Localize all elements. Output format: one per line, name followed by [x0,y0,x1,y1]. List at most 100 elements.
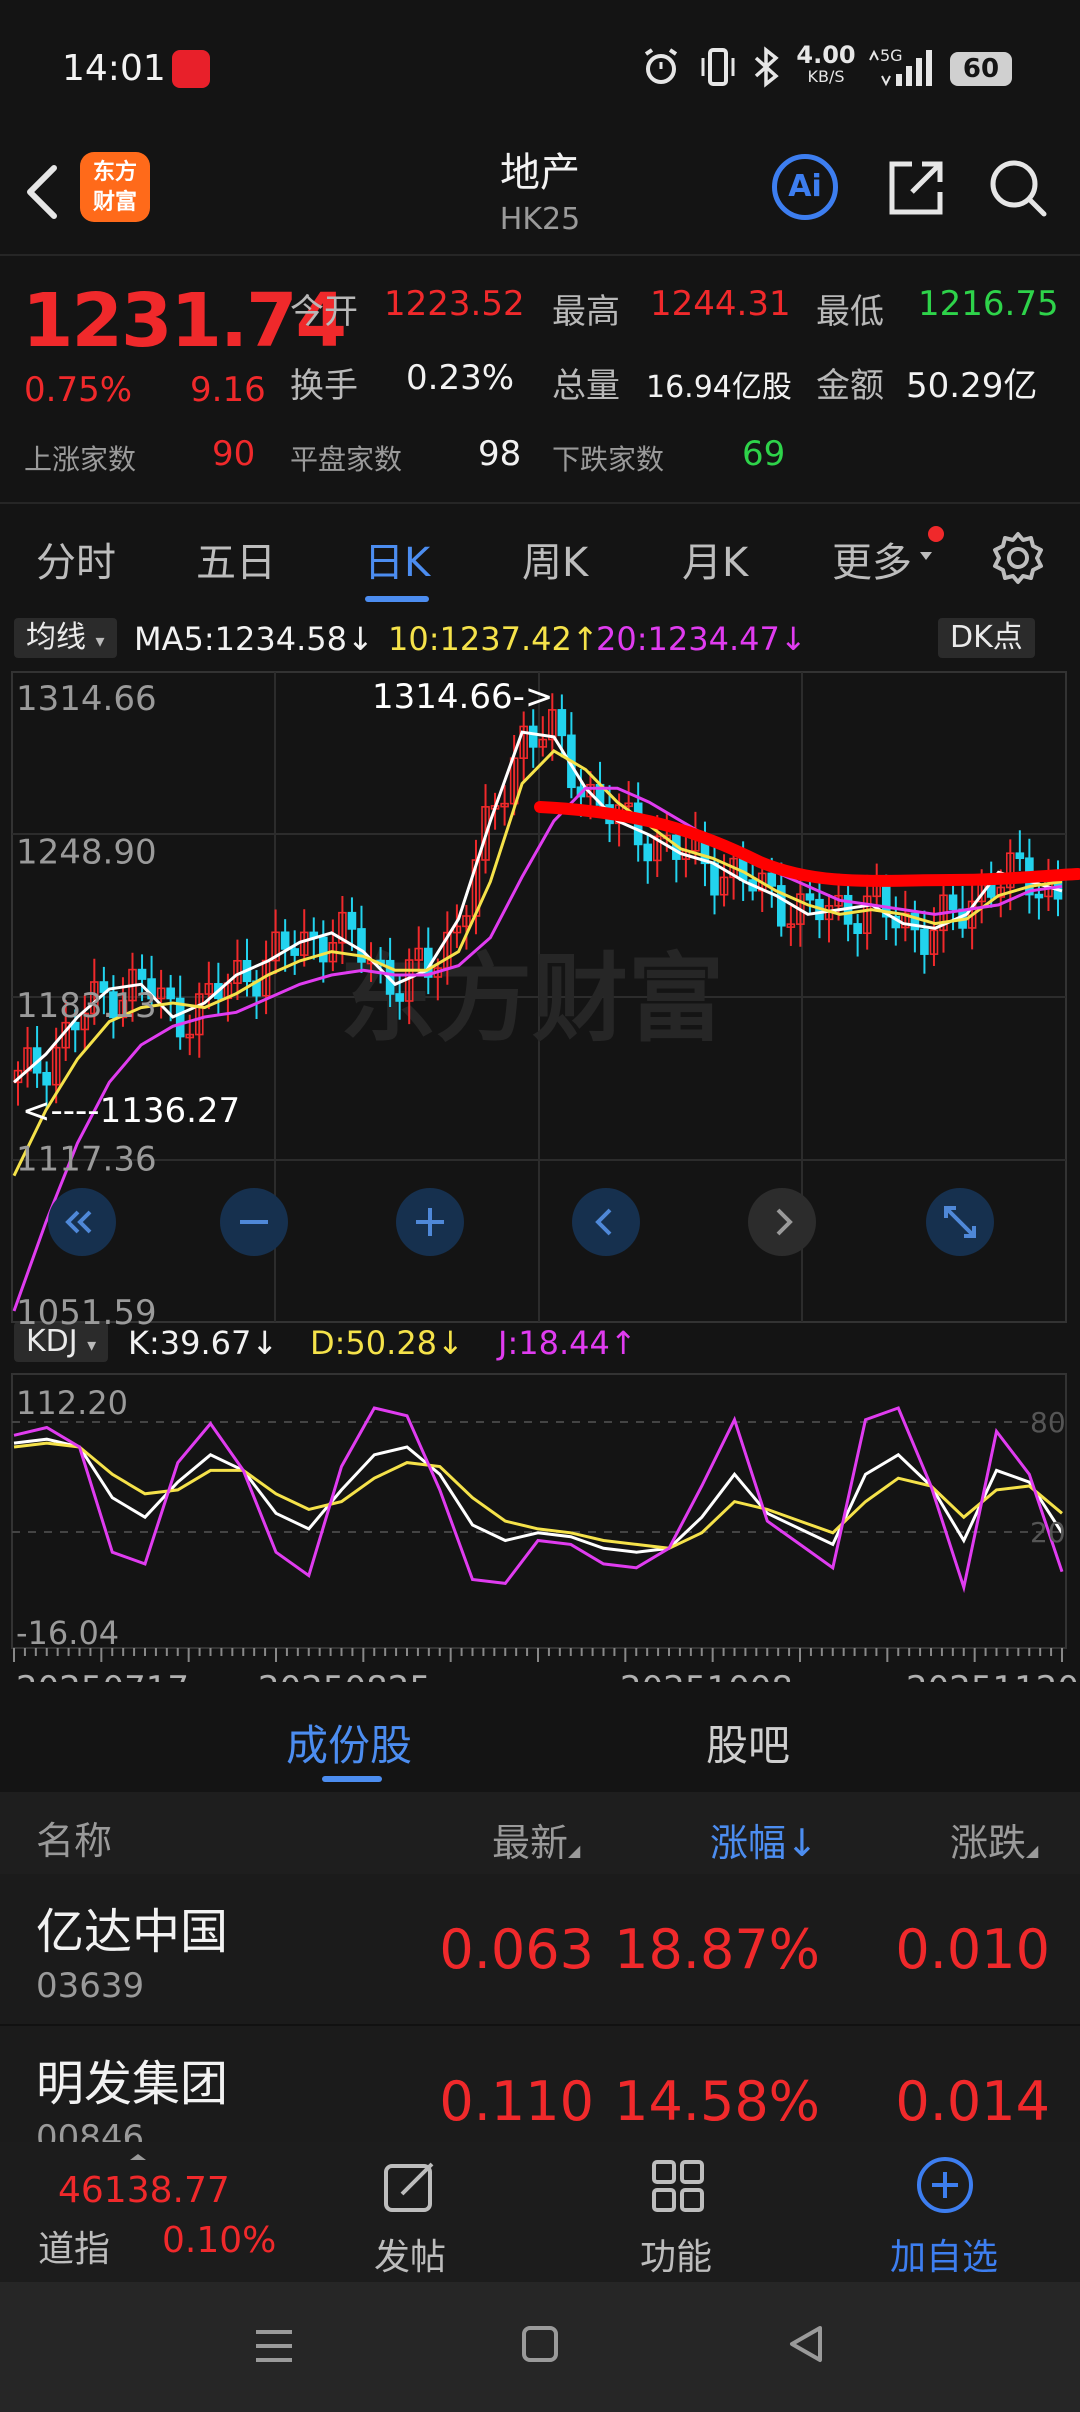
x-tick-label: 20250717 [16,1669,189,1682]
down-count: 69 [742,434,786,474]
recent-apps-icon[interactable] [252,2326,296,2366]
fullscreen-button[interactable] [926,1188,994,1256]
active-subtab-indicator [322,1776,382,1782]
up-count-label: 上涨家数 [24,443,137,476]
net-speed: 4.00 KB/S [796,41,856,86]
zoom-out-button[interactable] [220,1188,288,1256]
ai-button[interactable]: Ai [772,154,838,220]
app-notification-icon [172,50,210,88]
status-bar: 14:01 4.00 KB/S 5G 60 [0,0,1080,140]
open-value: 1223.52 [384,284,525,324]
candlestick-chart[interactable]: 东方财富 1314.661248.901183.131117.361051.59… [0,612,1080,1682]
y-tick-label: 1314.66 [16,679,157,719]
up-count: 90 [212,434,256,474]
tab-five-day[interactable]: 五日 [196,530,276,588]
x-tick-label: 20251008 [620,1669,793,1682]
kdj-tick-label: 112.20 [16,1384,128,1422]
stock-change: 0.014 [895,2070,1050,2133]
functions-label[interactable]: 功能 [640,2228,712,2280]
header: 东方 财富 地产 HK25 Ai [0,140,1080,255]
alarm-icon [644,48,678,84]
candle-down [280,931,290,950]
stock-row[interactable]: 明发集团 00846 0.110 14.58% 0.014 [0,2026,1080,2142]
y-tick-label: 1183.13 [16,986,157,1026]
kdj-line-j [13,1406,1064,1594]
y-tick-label: 1248.90 [16,832,157,872]
change-value: 9.16 [190,370,266,410]
search-icon[interactable] [986,156,1050,220]
period-tabs: 分时 五日 日K 周K 月K 更多 [0,510,1080,610]
tab-weekly-k[interactable]: 周K [522,530,588,588]
col-change-pct[interactable]: 涨幅↓ [710,1812,818,1867]
zoom-in-button[interactable] [396,1188,464,1256]
x-tick-label: 20250825 [258,1669,431,1682]
stock-change: 0.010 [895,1918,1050,1981]
tab-daily-k[interactable]: 日K [364,530,430,588]
down-count-label: 下跌家数 [552,443,665,476]
candle-down [557,709,567,737]
signal-icon [869,49,932,87]
low-label: 最低 [816,292,884,332]
notification-dot [928,526,944,542]
candle-down [42,1071,51,1086]
stock-name: 亿达中国 [36,1904,229,1960]
settings-gear-icon[interactable] [990,530,1046,586]
high-label: 最高 [552,292,620,332]
scroll-left-button[interactable] [572,1188,640,1256]
low-annotation: <----1136.27 [22,1091,240,1131]
stock-change-pct: 18.87% [614,1918,820,1981]
add-watchlist-icon[interactable] [914,2154,976,2216]
home-icon[interactable] [520,2324,560,2364]
volume-value: 16.94亿股 [646,370,792,405]
tab-more[interactable]: 更多 [832,530,912,588]
functions-icon[interactable] [648,2156,708,2216]
change-percent: 0.75% [24,370,133,410]
col-name: 名称 [36,1819,113,1863]
vibrate-icon [701,48,735,86]
post-icon[interactable] [380,2156,440,2216]
stock-code: 03639 [36,1966,145,2006]
tab-monthly-k[interactable]: 月K [682,530,748,588]
tab-intraday[interactable]: 分时 [36,530,116,588]
candle-down [319,936,328,963]
kdj-tick-label: -16.04 [16,1614,119,1652]
stock-name: 明发集团 [36,2056,229,2112]
constituent-tabs: 成份股 股吧 [0,1690,1080,1790]
stock-row[interactable]: 亿达中国 03639 0.063 18.87% 0.010 [0,1874,1080,2024]
col-change[interactable]: 涨跌◢ [950,1812,1038,1867]
col-latest[interactable]: 最新◢ [492,1812,580,1867]
candle-down [767,872,777,887]
index-ticker[interactable]: 46138.77 道指 0.10% [0,2142,300,2282]
ai-label: Ai [788,169,822,204]
candle-down [853,923,862,934]
list-header: 名称 最新◢ 涨幅↓ 涨跌◢ [0,1792,1080,1874]
index-change: 0.10% [162,2220,277,2261]
tab-forum[interactable]: 股吧 [706,1712,790,1773]
more-dropdown-icon [920,552,932,560]
kdj-panel-frame [11,1373,1067,1649]
stock-code: 00846 [36,2118,145,2142]
candle-down [137,968,147,980]
y-tick-label: 1051.59 [16,1293,157,1333]
back-icon[interactable] [786,2324,826,2364]
share-icon[interactable] [884,156,948,220]
high-annotation: 1314.66-> [372,677,553,717]
candle-down [710,862,719,896]
scroll-far-left-button[interactable] [48,1188,116,1256]
stock-latest: 0.110 [439,2070,594,2133]
battery-indicator: 60 [950,52,1012,86]
candle-down [1015,852,1025,860]
candle-down [290,948,299,956]
kdj-line-k [13,1437,1064,1554]
quote-divider [0,502,1080,504]
amount-value: 50.29亿 [906,366,1038,406]
candle-down [528,725,538,748]
tab-constituents[interactable]: 成份股 [286,1712,412,1773]
stock-latest: 0.063 [439,1918,594,1981]
post-label[interactable]: 发帖 [374,2228,446,2280]
scroll-right-button[interactable] [748,1188,816,1256]
quote-panel: 1231.74 0.75% 9.16 今开 1223.52 最高 1244.31… [0,258,1080,498]
high-value: 1244.31 [650,284,791,324]
add-watchlist-label[interactable]: 加自选 [890,2228,998,2280]
x-tick-label: 20251120 [906,1669,1079,1682]
